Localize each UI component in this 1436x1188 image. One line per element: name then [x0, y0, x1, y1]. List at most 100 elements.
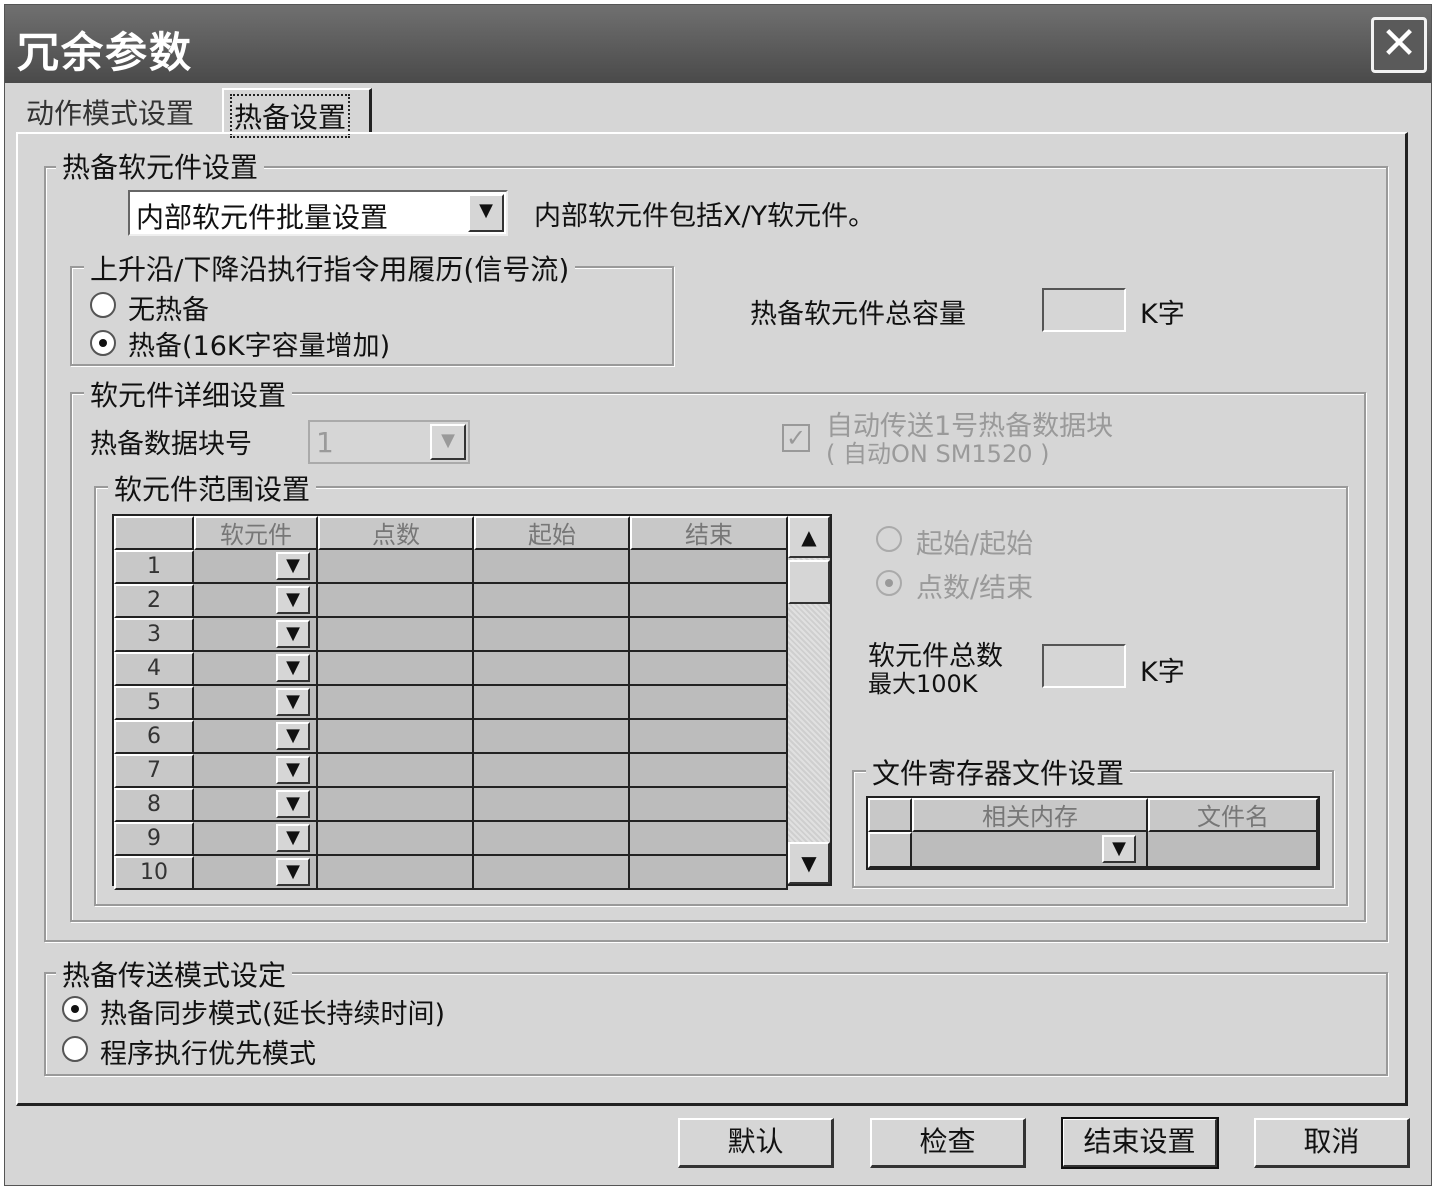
device-cell[interactable]: ▼ [194, 584, 318, 618]
column-header-points[interactable]: 点数 [318, 516, 474, 550]
table-row: 9 ▼ [114, 822, 788, 856]
scroll-down-icon[interactable]: ▼ [788, 842, 830, 884]
memory-cell[interactable]: ▼ [912, 832, 1148, 868]
device-cell[interactable]: ▼ [194, 754, 318, 788]
chevron-down-icon[interactable]: ▼ [276, 824, 310, 852]
row-header[interactable]: 8 [114, 788, 194, 822]
table-row: 8 ▼ [114, 788, 788, 822]
end-cell[interactable] [630, 720, 788, 754]
finish-settings-button[interactable]: 结束设置 [1061, 1117, 1219, 1169]
device-cell[interactable]: ▼ [194, 686, 318, 720]
start-cell[interactable] [474, 686, 630, 720]
points-cell[interactable] [318, 686, 474, 720]
table-row: 4 ▼ [114, 652, 788, 686]
chevron-down-icon[interactable]: ▼ [276, 586, 310, 614]
chevron-down-icon[interactable]: ▼ [1102, 835, 1136, 863]
device-cell[interactable]: ▼ [194, 652, 318, 686]
check-button[interactable]: 检查 [870, 1118, 1026, 1168]
column-header-device[interactable]: 软元件 [194, 516, 318, 550]
column-header-memory[interactable]: 相关内存 [912, 798, 1148, 832]
end-cell[interactable] [630, 788, 788, 822]
points-cell[interactable] [318, 822, 474, 856]
row-header[interactable]: 1 [114, 550, 194, 584]
radio-hot-standby-16k[interactable] [90, 330, 116, 356]
row-header[interactable]: 2 [114, 584, 194, 618]
grid-scrollbar[interactable]: ▲ ▼ [788, 516, 830, 884]
end-cell[interactable] [630, 754, 788, 788]
device-setting-combo-value: 内部软元件批量设置 [136, 201, 389, 234]
column-header-start[interactable]: 起始 [474, 516, 630, 550]
start-cell[interactable] [474, 822, 630, 856]
file-row-header[interactable] [868, 832, 912, 868]
end-cell[interactable] [630, 686, 788, 720]
points-cell[interactable] [318, 856, 474, 890]
points-cell[interactable] [318, 754, 474, 788]
default-button[interactable]: 默认 [678, 1118, 834, 1168]
start-cell[interactable] [474, 652, 630, 686]
column-header-end[interactable]: 结束 [630, 516, 788, 550]
start-cell[interactable] [474, 788, 630, 822]
end-cell[interactable] [630, 550, 788, 584]
device-cell[interactable]: ▼ [194, 550, 318, 584]
points-cell[interactable] [318, 584, 474, 618]
row-header[interactable]: 10 [114, 856, 194, 890]
scroll-up-icon[interactable]: ▲ [788, 516, 830, 558]
chevron-down-icon[interactable]: ▼ [276, 654, 310, 682]
scroll-thumb[interactable] [788, 560, 830, 604]
device-cell[interactable]: ▼ [194, 822, 318, 856]
close-button[interactable]: ✕ [1371, 17, 1427, 73]
device-cell[interactable]: ▼ [194, 720, 318, 754]
radio-sync-mode[interactable] [62, 996, 88, 1022]
chevron-down-icon[interactable]: ▼ [276, 790, 310, 818]
points-cell[interactable] [318, 720, 474, 754]
chevron-down-icon[interactable]: ▼ [468, 194, 504, 232]
transfer-mode-group-title: 热备传送模式设定 [56, 954, 293, 994]
title-bar[interactable]: 冗余参数 ✕ [5, 5, 1431, 83]
row-header[interactable]: 9 [114, 822, 194, 856]
row-header[interactable]: 7 [114, 754, 194, 788]
end-cell[interactable] [630, 856, 788, 890]
chevron-down-icon[interactable]: ▼ [276, 756, 310, 784]
end-cell[interactable] [630, 618, 788, 652]
chevron-down-icon[interactable]: ▼ [276, 620, 310, 648]
end-cell[interactable] [630, 584, 788, 618]
radio-no-hot-standby[interactable] [90, 292, 116, 318]
end-cell[interactable] [630, 822, 788, 856]
tab-hot-standby[interactable]: 热备设置 [222, 88, 372, 138]
row-header[interactable]: 6 [114, 720, 194, 754]
row-header[interactable]: 5 [114, 686, 194, 720]
file-register-grid[interactable]: 相关内存 文件名 ▼ [866, 796, 1320, 870]
chevron-down-icon[interactable]: ▼ [276, 688, 310, 716]
points-cell[interactable] [318, 652, 474, 686]
chevron-down-icon[interactable]: ▼ [276, 722, 310, 750]
filename-cell[interactable] [1148, 832, 1318, 868]
cancel-button[interactable]: 取消 [1254, 1118, 1410, 1168]
column-header-filename[interactable]: 文件名 [1148, 798, 1318, 832]
total-capacity-unit: K字 [1140, 299, 1185, 330]
device-cell[interactable]: ▼ [194, 618, 318, 652]
row-header[interactable]: 3 [114, 618, 194, 652]
points-cell[interactable] [318, 618, 474, 652]
device-setting-combo[interactable]: 内部软元件批量设置 ▼ [128, 190, 508, 236]
chevron-down-icon[interactable]: ▼ [276, 858, 310, 886]
start-cell[interactable] [474, 618, 630, 652]
start-cell[interactable] [474, 720, 630, 754]
tab-action-mode[interactable]: 动作模式设置 [26, 92, 194, 132]
end-cell[interactable] [630, 652, 788, 686]
device-cell[interactable]: ▼ [194, 856, 318, 890]
start-cell[interactable] [474, 584, 630, 618]
start-cell[interactable] [474, 856, 630, 890]
table-row: 3 ▼ [114, 618, 788, 652]
start-cell[interactable] [474, 754, 630, 788]
device-range-grid[interactable]: 软元件 点数 起始 结束 1 ▼ 2 ▼ 3 ▼ 4 ▼ 5 ▼ 6 ▼ 7 ▼… [112, 514, 832, 890]
row-header[interactable]: 4 [114, 652, 194, 686]
device-cell[interactable]: ▼ [194, 788, 318, 822]
radio-priority-mode[interactable] [62, 1036, 88, 1062]
points-cell[interactable] [318, 788, 474, 822]
points-cell[interactable] [318, 550, 474, 584]
grid-corner [114, 516, 194, 550]
table-row: 1 ▼ [114, 550, 788, 584]
start-cell[interactable] [474, 550, 630, 584]
chevron-down-icon[interactable]: ▼ [276, 552, 310, 580]
table-row: ▼ [868, 832, 1318, 868]
